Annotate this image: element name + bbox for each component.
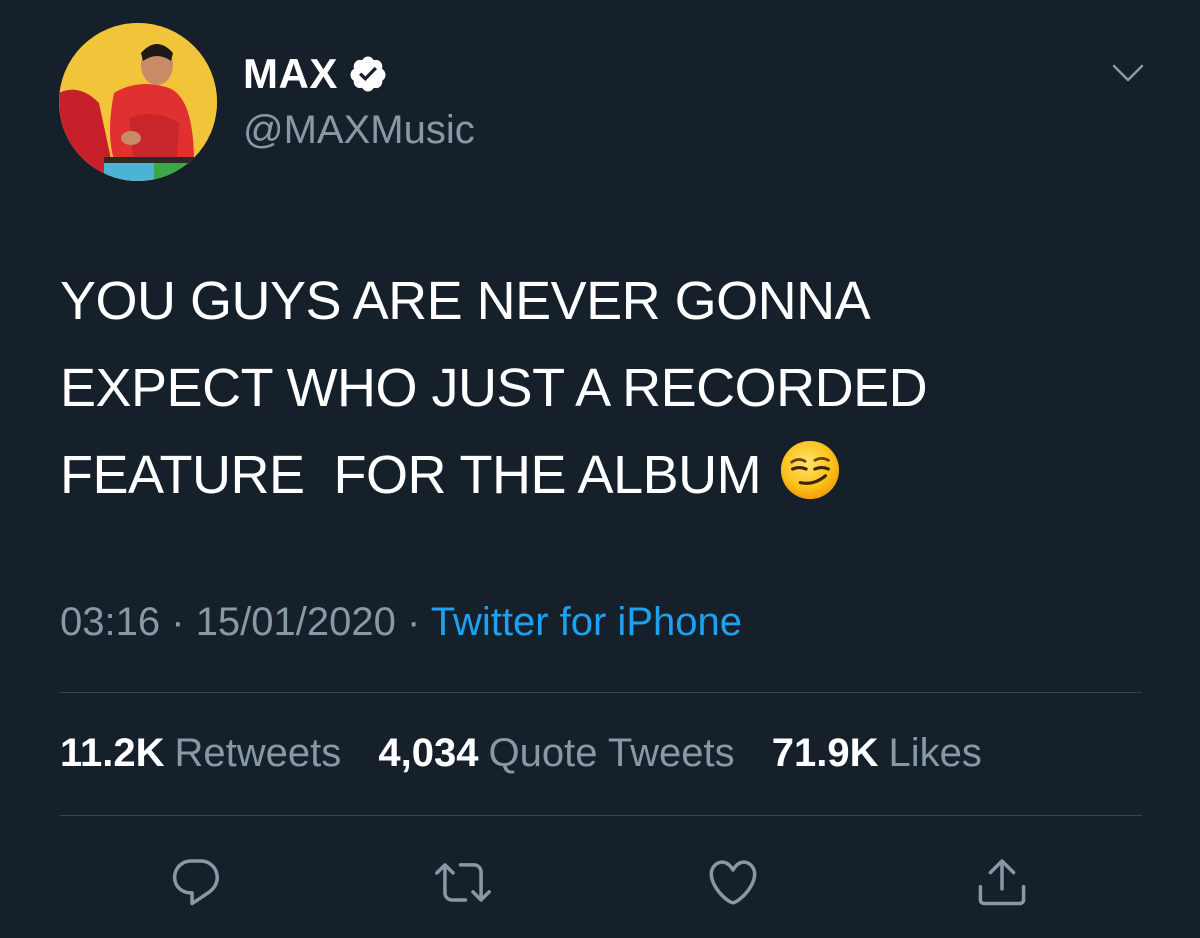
retweets-count: 11.2K bbox=[60, 731, 165, 775]
avatar[interactable] bbox=[59, 23, 217, 181]
tweet-text-line: EXPECT WHO JUST A RECORDED bbox=[60, 358, 928, 418]
share-button[interactable] bbox=[972, 852, 1032, 912]
retweet-icon bbox=[435, 863, 491, 902]
likes-count: 71.9K bbox=[771, 731, 879, 775]
quote-tweets-count: 4,034 bbox=[378, 731, 479, 775]
smirking-face-emoji bbox=[781, 440, 840, 500]
like-icon bbox=[709, 860, 757, 905]
avatar-image bbox=[59, 23, 217, 181]
tweet-text-line: FEATURE FOR THE ALBUM bbox=[60, 432, 1140, 519]
tweet-date[interactable]: 15/01/2020 bbox=[196, 600, 396, 644]
quote-tweets-stat[interactable]: 4,034 Quote Tweets bbox=[378, 731, 734, 776]
meta-separator: · bbox=[171, 600, 185, 644]
tweet-detail: MAX @MAXMusic YOU GUYS ARE NEVER GONNA E… bbox=[0, 0, 1200, 938]
tweet-time[interactable]: 03:16 bbox=[60, 600, 160, 644]
divider bbox=[60, 815, 1142, 816]
tweet-text: YOU GUYS ARE NEVER GONNA EXPECT WHO JUST… bbox=[60, 258, 1140, 519]
tweet-source-link[interactable]: Twitter for iPhone bbox=[431, 600, 742, 644]
tweet-meta: 03:16 · 15/01/2020 · Twitter for iPhone bbox=[60, 600, 742, 645]
like-button[interactable] bbox=[703, 852, 763, 912]
likes-label: Likes bbox=[888, 731, 982, 775]
user-handle[interactable]: @MAXMusic bbox=[243, 108, 475, 153]
display-name-row: MAX bbox=[243, 50, 388, 98]
tweet-stats: 11.2K Retweets 4,034 Quote Tweets 71.9K Lik… bbox=[60, 731, 1008, 776]
display-name[interactable]: MAX bbox=[243, 50, 338, 98]
retweet-button[interactable] bbox=[433, 852, 493, 912]
reply-button[interactable] bbox=[166, 852, 226, 912]
retweets-label: Retweets bbox=[174, 731, 342, 775]
divider bbox=[60, 692, 1142, 693]
chevron-down-icon[interactable] bbox=[1110, 58, 1146, 88]
tweet-text-line: YOU GUYS ARE NEVER GONNA bbox=[60, 271, 871, 331]
meta-separator: · bbox=[407, 600, 421, 644]
likes-stat[interactable]: 71.9K Likes bbox=[772, 731, 982, 776]
retweets-stat[interactable]: 11.2K Retweets bbox=[60, 731, 341, 776]
quote-tweets-label: Quote Tweets bbox=[488, 731, 735, 775]
verified-badge-icon bbox=[350, 56, 386, 92]
reply-icon bbox=[172, 859, 219, 906]
share-icon bbox=[978, 859, 1026, 906]
